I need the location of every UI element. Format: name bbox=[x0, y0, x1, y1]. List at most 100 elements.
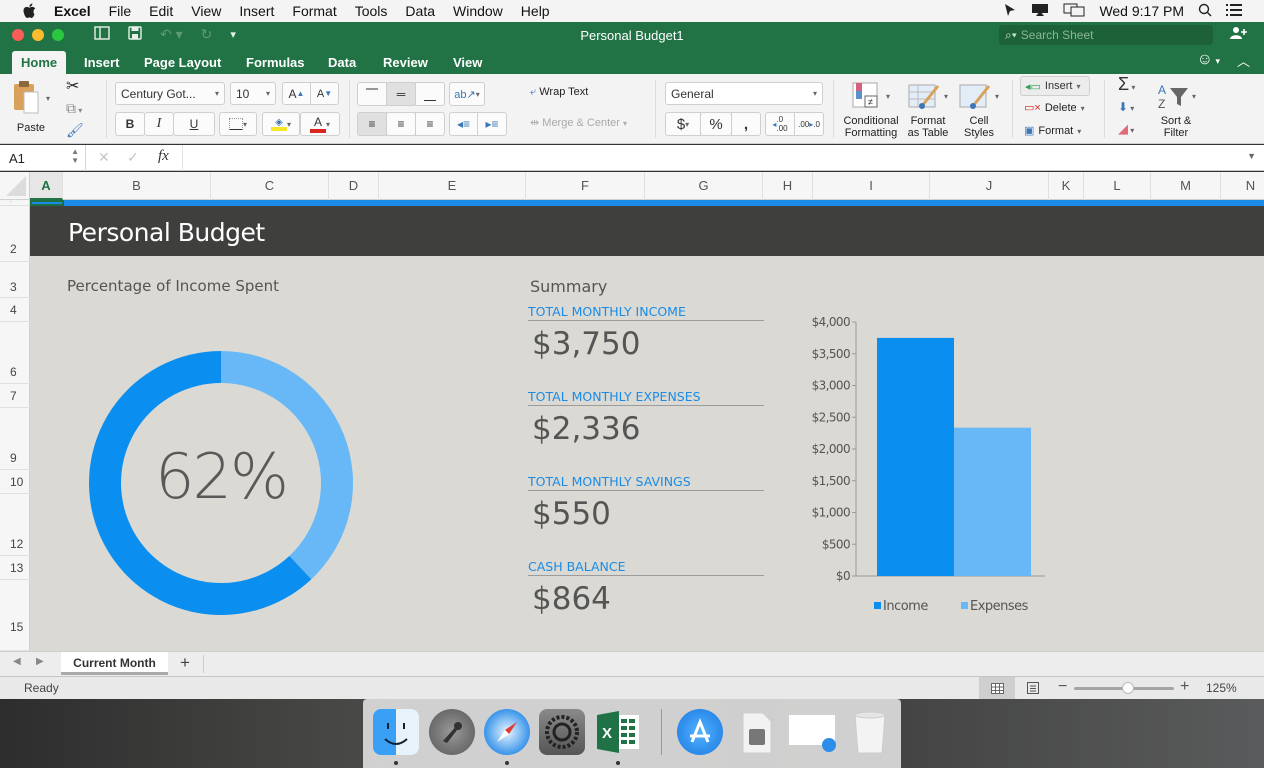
page-layout-view-button[interactable] bbox=[1018, 677, 1048, 699]
decrease-decimal-button[interactable]: .00 ▸ .0 bbox=[794, 112, 824, 136]
column-header-d[interactable]: D bbox=[329, 172, 379, 200]
decrease-font-size-button[interactable]: A ▼ bbox=[310, 82, 339, 105]
increase-font-size-button[interactable]: A ▲ bbox=[282, 82, 311, 105]
tab-home[interactable]: Home bbox=[12, 51, 67, 74]
row-header-13[interactable]: 13 bbox=[0, 556, 30, 580]
paste-button[interactable]: ▾ Paste bbox=[10, 80, 54, 136]
menu-file[interactable]: File bbox=[109, 3, 132, 19]
menu-format[interactable]: Format bbox=[292, 3, 336, 19]
row-header-10[interactable]: 10 bbox=[0, 470, 30, 494]
cut-icon[interactable]: ✂ bbox=[66, 76, 79, 96]
normal-view-button[interactable] bbox=[979, 677, 1015, 699]
downloads-stack-icon[interactable] bbox=[787, 709, 839, 755]
row-header-2[interactable]: 2 bbox=[0, 206, 30, 262]
launchpad-icon[interactable] bbox=[429, 709, 475, 755]
trash-icon[interactable] bbox=[847, 709, 893, 755]
column-header-b[interactable]: B bbox=[63, 172, 211, 200]
kpi-value-savings[interactable]: $550 bbox=[532, 496, 611, 532]
name-box[interactable]: A1 ▲ ▼ bbox=[0, 145, 86, 171]
collapse-ribbon-icon[interactable]: ︿ bbox=[1237, 51, 1250, 70]
align-bottom-button[interactable]: ⎽ bbox=[415, 82, 445, 106]
add-sheet-button[interactable]: + bbox=[180, 653, 190, 673]
installer-document-icon[interactable] bbox=[733, 709, 779, 755]
select-all-corner[interactable] bbox=[0, 172, 30, 200]
column-header-a[interactable]: A bbox=[30, 172, 63, 200]
clear-button[interactable]: ◢ ▾ bbox=[1118, 121, 1134, 137]
comma-format-button[interactable]: , bbox=[731, 112, 761, 136]
tab-review[interactable]: Review bbox=[374, 51, 437, 74]
menu-tools[interactable]: Tools bbox=[355, 3, 388, 19]
wrap-text-button[interactable]: ⤶ Wrap Text bbox=[530, 86, 588, 99]
currency-format-button[interactable]: $ ▾ bbox=[665, 112, 701, 136]
kpi-value-income[interactable]: $3,750 bbox=[532, 326, 640, 362]
menu-help[interactable]: Help bbox=[521, 3, 550, 19]
column-header-m[interactable]: M bbox=[1151, 172, 1221, 200]
worksheet-grid[interactable]: Personal Budget Percentage of Income Spe… bbox=[30, 200, 1264, 651]
menu-view[interactable]: View bbox=[191, 3, 221, 19]
airplay-icon[interactable] bbox=[1031, 3, 1049, 20]
row-header-6[interactable]: 6 bbox=[0, 322, 30, 384]
column-header-k[interactable]: K bbox=[1049, 172, 1084, 200]
align-center-button[interactable]: ≡ bbox=[386, 112, 416, 136]
column-header-f[interactable]: F bbox=[526, 172, 645, 200]
zoom-out-button[interactable]: − bbox=[1058, 678, 1067, 696]
sheet-tab-current-month[interactable]: Current Month bbox=[61, 652, 168, 675]
row-header-12[interactable]: 12 bbox=[0, 494, 30, 556]
zoom-level[interactable]: 125% bbox=[1206, 681, 1237, 695]
insert-cells-button[interactable]: ◂▭ Insert ▾ bbox=[1020, 76, 1090, 96]
align-left-button[interactable]: ≡ bbox=[357, 112, 387, 136]
column-header-n[interactable]: N bbox=[1221, 172, 1264, 200]
tab-insert[interactable]: Insert bbox=[75, 51, 128, 74]
kpi-value-cash-balance[interactable]: $864 bbox=[532, 581, 611, 617]
underline-button[interactable]: U bbox=[173, 112, 215, 136]
next-sheet-icon[interactable]: ▶ bbox=[36, 656, 44, 667]
column-header-i[interactable]: I bbox=[813, 172, 930, 200]
bold-button[interactable]: B bbox=[115, 112, 145, 136]
zoom-in-button[interactable]: + bbox=[1180, 678, 1189, 696]
name-box-stepper-icon[interactable]: ▲ ▼ bbox=[71, 147, 79, 165]
menu-app-name[interactable]: Excel bbox=[54, 3, 91, 19]
sort-filter-button[interactable]: AZ ▾ Sort & Filter bbox=[1152, 80, 1202, 140]
app-store-icon[interactable] bbox=[677, 709, 723, 755]
zoom-slider[interactable] bbox=[1074, 682, 1174, 694]
autosum-button[interactable]: Σ ▾ bbox=[1118, 74, 1135, 95]
conditional-formatting-button[interactable]: ≠ ▾ Conditional Formatting bbox=[840, 80, 902, 140]
tab-formulas[interactable]: Formulas bbox=[237, 51, 314, 74]
notification-center-icon[interactable] bbox=[1226, 3, 1242, 19]
merge-center-button[interactable]: ⇹ Merge & Center ▾ bbox=[530, 116, 627, 129]
align-top-button[interactable]: ⎺ bbox=[357, 82, 387, 106]
column-header-h[interactable]: H bbox=[763, 172, 813, 200]
copy-icon[interactable]: ⧉ ▾ bbox=[66, 100, 82, 117]
enter-formula-icon[interactable]: ✓ bbox=[127, 149, 139, 166]
column-header-e[interactable]: E bbox=[379, 172, 526, 200]
insert-function-icon[interactable]: fx bbox=[158, 148, 169, 165]
row-header-7[interactable]: 7 bbox=[0, 384, 30, 408]
menu-insert[interactable]: Insert bbox=[239, 3, 274, 19]
previous-sheet-icon[interactable]: ◀ bbox=[13, 656, 21, 667]
bar-income[interactable] bbox=[877, 337, 954, 576]
font-size-dropdown[interactable]: 10 ▾ bbox=[230, 82, 276, 105]
apple-icon[interactable] bbox=[20, 3, 38, 19]
system-preferences-icon[interactable] bbox=[539, 709, 585, 755]
active-cell-selection[interactable] bbox=[30, 200, 64, 206]
tab-data[interactable]: Data bbox=[319, 51, 365, 74]
delete-cells-button[interactable]: ▭× Delete ▾ bbox=[1024, 101, 1085, 114]
decrease-indent-button[interactable]: ◂≡ bbox=[449, 112, 478, 136]
format-as-table-button[interactable]: ▾ Format as Table bbox=[904, 80, 954, 140]
font-name-dropdown[interactable]: Century Got... ▾ bbox=[115, 82, 225, 105]
menu-window[interactable]: Window bbox=[453, 3, 503, 19]
safari-icon[interactable] bbox=[484, 709, 530, 755]
feedback-smiley-icon[interactable]: ☺ ▾ bbox=[1197, 51, 1220, 69]
format-painter-icon[interactable]: 🖌 bbox=[66, 122, 84, 139]
italic-button[interactable]: I bbox=[144, 112, 174, 136]
income-expenses-bar-chart[interactable]: $0 $500 $1,000 $1,500 $2,000 $2,500 $3,000 $3,5… bbox=[790, 310, 1070, 630]
search-sheet-field[interactable]: ⌕▾ Search Sheet bbox=[999, 25, 1213, 45]
align-middle-button[interactable]: ═ bbox=[386, 82, 416, 106]
orientation-button[interactable]: ab↗ ▾ bbox=[449, 82, 485, 106]
column-header-c[interactable]: C bbox=[211, 172, 329, 200]
kpi-value-expenses[interactable]: $2,336 bbox=[532, 411, 640, 447]
spotlight-search-icon[interactable] bbox=[1198, 3, 1212, 20]
tab-page-layout[interactable]: Page Layout bbox=[135, 51, 230, 74]
expand-formula-bar-icon[interactable]: ▼ bbox=[1247, 151, 1256, 161]
zoom-slider-handle[interactable] bbox=[1122, 682, 1134, 694]
